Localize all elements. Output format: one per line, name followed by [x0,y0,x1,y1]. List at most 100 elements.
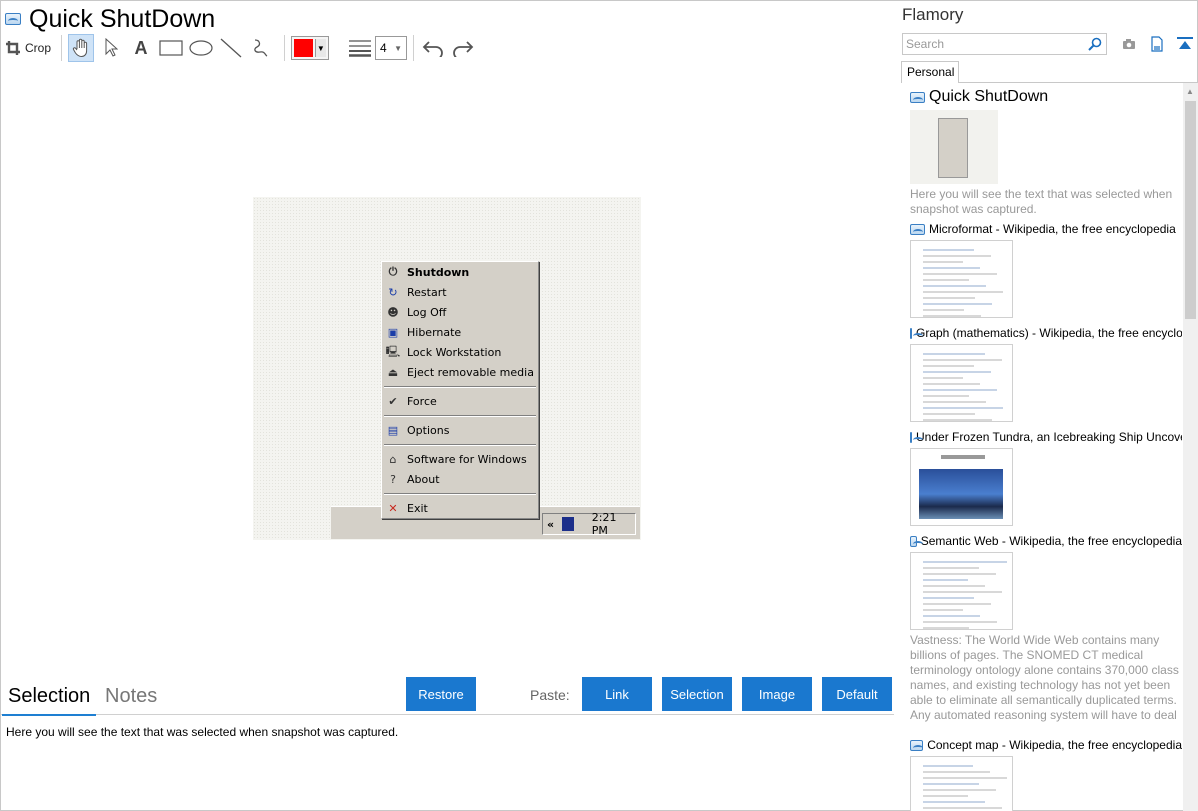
paste-label: Paste: [530,687,570,703]
thumbnail-text-line [923,389,997,391]
paste-selection-button[interactable]: Selection [662,677,732,711]
tab-personal[interactable]: Personal [901,61,959,83]
line-width-button[interactable] [347,34,373,62]
new-document-button[interactable] [1148,35,1166,53]
thumbnail-text-line [923,267,980,269]
rectangle-tool-button[interactable] [158,34,184,62]
crop-button[interactable]: Crop [5,34,51,62]
thumbnail-text-line [923,615,980,617]
selection-text[interactable]: Here you will see the text that was sele… [6,725,398,739]
line-width-select[interactable]: 4 ▼ [375,36,408,60]
thumbnail-text-line [923,395,969,397]
snapshot-item-title-row: Quick ShutDown [910,87,1182,107]
snapshot-menu-item: 🖳 Lock Workstation [382,342,538,362]
thumbnail-text-line [923,609,963,611]
sidebar-scrollbar[interactable]: ▲ [1183,83,1198,811]
scroll-up-icon[interactable]: ▲ [1186,87,1194,96]
editor-pane: Quick ShutDown Crop A ▼ 4 ▼ « 2:21 PM ⏻ … [1,1,894,811]
tab-notes[interactable]: Notes [105,685,157,708]
undo-button[interactable] [420,34,446,62]
thumbnail-text-line [923,413,975,415]
restore-button[interactable]: Restore [406,677,476,711]
thumbnail-text-line [923,285,986,287]
snapshot-menu-item: ⏏ Eject removable media [382,362,538,382]
snapshot-list-item[interactable]: Graph (mathematics) - Wikipedia, the fre… [910,325,1182,422]
toolbar-divider [61,35,63,61]
redo-button[interactable] [450,34,476,62]
thumbnail-text-line [923,777,1007,779]
hand-tool-button[interactable] [68,34,95,62]
camera-icon [1123,39,1135,49]
thumbnail-text-line [923,377,963,379]
scroll-thumb[interactable] [1185,101,1196,319]
snapshot-menu-label: About [407,472,440,486]
thumbnail-text-line [923,255,991,257]
snapshot-list: Quick ShutDown Here you will see the text… [896,83,1182,811]
paste-default-button[interactable]: Default [822,677,892,711]
freehand-icon [254,39,268,57]
paste-image-button[interactable]: Image [742,677,812,711]
snapshot-context-menu: ⏻ Shutdown ↻ Restart ☻ Log Off ▣ Hibernate 🖳 Lock… [381,261,539,519]
thumbnail-text-line [923,249,974,251]
thumbnail-header-shape [941,455,985,459]
thumbnail-text-line [923,315,981,317]
snapshot-list-item[interactable]: Semantic Web - Wikipedia, the free encyc… [910,533,1182,723]
collapse-button[interactable] [1176,35,1194,53]
snapshot-item-title: Under Frozen Tundra, an Icebreaking Ship… [916,430,1182,444]
thumbnail-text-line [923,303,992,305]
sidebar-actions [1120,35,1194,53]
snapshot-thumbnail [910,552,1013,630]
page-title: Quick ShutDown [29,4,216,33]
options-icon: ▤ [387,423,399,437]
text-icon: A [134,37,148,58]
thumbnail-text-line [923,365,974,367]
paste-link-button[interactable]: Link [582,677,652,711]
snapshot-thumbnail [910,110,998,184]
snapshot-thumbnail [910,240,1013,318]
line-tool-button[interactable] [218,34,244,62]
annotation-toolbar: Crop A ▼ 4 ▼ [5,33,480,63]
thumbnail-text-line [923,279,969,281]
snapshot-list-item[interactable]: Quick ShutDown Here you will see the text… [910,87,1182,217]
thumbnail-text-line [923,627,969,629]
snapshot-item-title: Graph (mathematics) - Wikipedia, the fre… [916,326,1182,340]
select-tool-button[interactable] [98,34,124,62]
thumbnail-text-line [923,789,996,791]
thumbnail-text-line [923,371,991,373]
snapshot-list-item[interactable]: Under Frozen Tundra, an Icebreaking Ship… [910,429,1182,526]
color-picker[interactable]: ▼ [291,36,330,60]
lock-workstation-icon: 🖳 [385,344,401,358]
thumbnail-text-line [923,309,964,311]
flamory-page-icon [910,91,925,103]
thumbnail-text-line [923,561,1007,563]
snapshot-menu-item: ⌂ Software for Windows [382,449,538,469]
rectangle-icon [159,40,183,56]
flamory-page-icon [910,739,924,751]
camera-button[interactable] [1120,35,1138,53]
eject-icon: ⏏ [387,365,399,379]
menu-separator [382,440,538,449]
snapshot-menu-label: Log Off [407,305,447,319]
flamory-page-icon [910,223,925,235]
redo-icon [453,41,474,57]
snapshot-list-item[interactable]: Concept map - Wikipedia, the free encycl… [910,737,1182,811]
snapshot-thumbnail [910,448,1013,526]
app-window: Quick ShutDown Crop A ▼ 4 ▼ « 2:21 PM ⏻ … [0,0,1198,811]
snapshot-menu-item: ▤ Options [382,420,538,440]
thumbnail-text-line [923,765,973,767]
tab-selection[interactable]: Selection [1,685,97,716]
ellipse-tool-button[interactable] [188,34,214,62]
search-input[interactable]: Search [902,33,1107,55]
flamory-page-icon [910,431,923,443]
menu-separator [382,411,538,420]
menu-separator [382,489,538,498]
text-tool-button[interactable]: A [128,34,154,62]
snapshot-menu-label: Exit [407,501,428,515]
freehand-tool-button[interactable] [248,34,274,62]
thumbnail-text-line [923,383,980,385]
search-icon[interactable] [1088,37,1102,51]
snapshot-list-item[interactable]: Microformat - Wikipedia, the free encycl… [910,221,1182,318]
thumbnail-photo [919,469,1003,519]
tray-app-icon [562,517,574,531]
app-icon [5,13,21,25]
